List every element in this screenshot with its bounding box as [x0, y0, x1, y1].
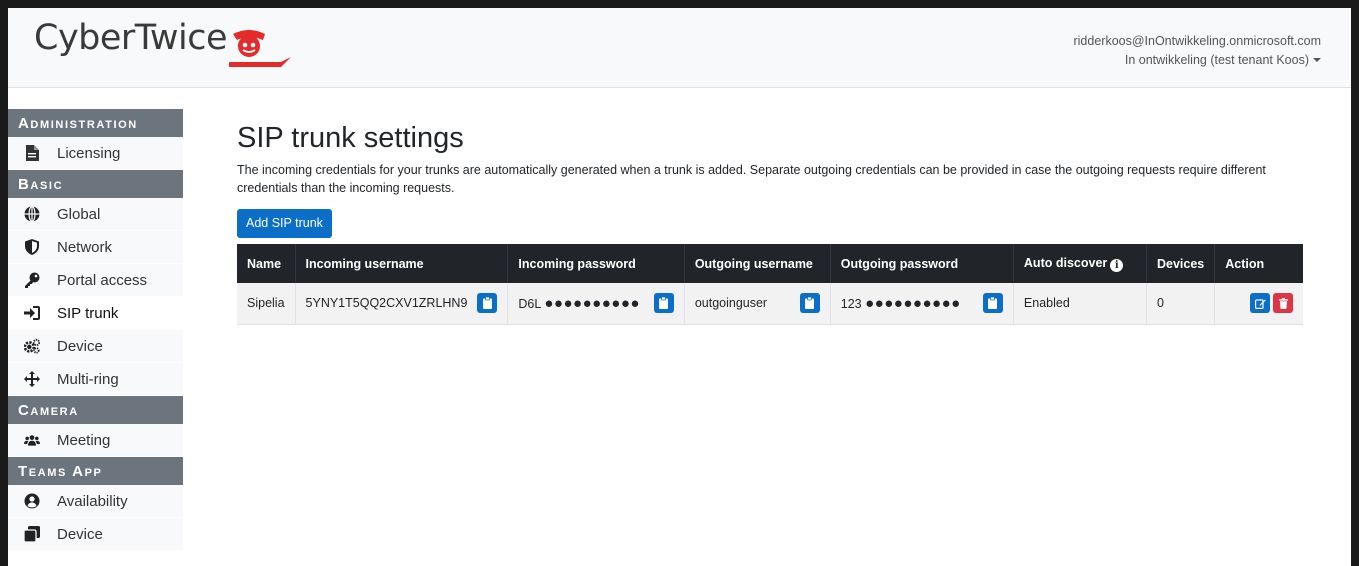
sidebar-item-label: Device — [57, 337, 103, 355]
sidebar-item-licensing[interactable]: Licensing — [8, 137, 183, 170]
brand-logo[interactable]: CyberTwice — [34, 16, 295, 76]
sidebar-section-camera: Camera — [8, 396, 183, 424]
edit-icon — [1254, 299, 1266, 309]
auto-discover-status: Enabled — [1013, 283, 1147, 324]
outgoing-password-cell: 123 ●●●●●●●●●● — [830, 283, 1014, 324]
action-cell — [1215, 283, 1303, 324]
table-row: Sipelia 5YNY1T5QQ2CXV1ZRLHN9 D6L ●●●●●●●… — [237, 283, 1303, 324]
user-email: ridderkoos@InOntwikkeling.onmicrosoft.co… — [1073, 34, 1321, 48]
sidebar-item-label: Portal access — [57, 271, 148, 289]
column-header: Action — [1225, 256, 1265, 271]
copy-icon — [24, 526, 40, 542]
trunk-name: Sipelia — [237, 283, 296, 324]
sidebar-section-basic: Basic — [8, 170, 183, 198]
sidebar-item-availability[interactable]: Availability — [8, 485, 183, 518]
edit-trunk-button[interactable] — [1250, 293, 1270, 314]
copy-incoming-password-button[interactable] — [653, 293, 674, 314]
clipboard-icon — [805, 297, 815, 310]
incoming-username-cell: 5YNY1T5QQ2CXV1ZRLHN9 — [295, 283, 509, 324]
incoming-password-prefix: D6L — [518, 296, 541, 311]
shield-icon — [24, 239, 40, 255]
outgoing-password-prefix: 123 — [840, 296, 862, 311]
tenant-dropdown[interactable]: In ontwikkeling (test tenant Koos) — [1073, 51, 1321, 70]
key-icon — [24, 272, 40, 288]
outgoing-password-mask: ●●●●●●●●●● — [865, 294, 961, 312]
devices-count: 0 — [1146, 283, 1216, 324]
user-menu: ridderkoos@InOntwikkeling.onmicrosoft.co… — [1073, 32, 1321, 70]
page-title: SIP trunk settings — [237, 122, 464, 154]
sidebar-item-multi-ring[interactable]: Multi-ring — [8, 363, 183, 396]
sidebar-item-label: Availability — [57, 492, 128, 510]
users-icon — [24, 432, 40, 448]
sidebar-item-meeting[interactable]: Meeting — [8, 424, 183, 457]
cogs-icon — [24, 338, 40, 354]
clipboard-icon — [988, 297, 998, 310]
sign-in-icon — [24, 305, 40, 321]
copy-incoming-username-button[interactable] — [477, 293, 498, 314]
column-header: Outgoing username — [684, 244, 831, 283]
sip-trunk-table: Name Incoming username Incoming password… — [237, 244, 1303, 325]
column-header: Outgoing password — [830, 244, 1014, 283]
sidebar: Administration Licensing Basic Global Ne… — [8, 109, 183, 551]
sidebar-item-portal-access[interactable]: Portal access — [8, 264, 183, 297]
globe-icon — [24, 206, 40, 222]
copy-outgoing-username-button[interactable] — [799, 293, 820, 314]
sidebar-item-label: Device — [57, 525, 103, 543]
file-icon — [24, 145, 40, 161]
main-content: SIP trunk settings The incoming credenti… — [237, 109, 1317, 325]
brand-name: CyberTwice — [34, 18, 228, 58]
page-description: The incoming credentials for your trunks… — [237, 163, 1266, 195]
sidebar-item-device[interactable]: Device — [8, 330, 183, 363]
table-header-row: Name Incoming username Incoming password… — [237, 244, 1303, 283]
sidebar-item-label: SIP trunk — [57, 304, 119, 322]
app-window: CyberTwice ridderkoos@InOntwikkeling.onm… — [8, 8, 1351, 566]
sidebar-item-label: Global — [57, 205, 101, 223]
user-circle-icon — [24, 493, 40, 509]
sidebar-item-label: Licensing — [57, 144, 121, 162]
trash-icon — [1278, 297, 1288, 309]
arrows-icon — [24, 371, 40, 387]
incoming-password-mask: ●●●●●●●●●● — [544, 294, 640, 312]
sidebar-item-sip-trunk[interactable]: SIP trunk — [8, 297, 183, 330]
sidebar-section-administration: Administration — [8, 109, 183, 137]
caret-down-icon — [1313, 58, 1321, 62]
column-header: Name — [237, 244, 296, 283]
sidebar-item-global[interactable]: Global — [8, 198, 183, 231]
sidebar-section-teams-app: Teams App — [8, 457, 183, 485]
column-header: Devices — [1146, 244, 1216, 283]
outgoing-username: outgoinguser — [694, 296, 768, 311]
clipboard-icon — [659, 297, 669, 310]
incoming-password-cell: D6L ●●●●●●●●●● — [507, 283, 685, 324]
column-header: Incoming username — [295, 244, 509, 283]
clipboard-icon — [482, 297, 492, 310]
column-header-auto-discover: Auto discover i — [1013, 244, 1147, 283]
delete-trunk-button[interactable] — [1273, 293, 1293, 314]
sidebar-item-teams-device[interactable]: Device — [8, 518, 183, 551]
outgoing-username-cell: outgoinguser — [684, 283, 831, 324]
sidebar-item-label: Network — [57, 238, 113, 256]
top-navbar: CyberTwice ridderkoos@InOntwikkeling.onm… — [8, 8, 1351, 88]
sidebar-item-network[interactable]: Network — [8, 231, 183, 264]
sidebar-item-label: Meeting — [57, 431, 111, 449]
sidebar-item-label: Multi-ring — [57, 370, 119, 388]
info-icon[interactable]: i — [1110, 258, 1124, 272]
tenant-name: In ontwikkeling (test tenant Koos) — [1124, 53, 1309, 67]
incoming-username: 5YNY1T5QQ2CXV1ZRLHN9 — [305, 296, 468, 311]
copy-outgoing-password-button[interactable] — [982, 293, 1003, 314]
phone-mascot-icon — [229, 30, 292, 67]
column-header: Incoming password — [507, 244, 685, 283]
add-sip-trunk-button[interactable]: Add SIP trunk — [237, 209, 332, 238]
